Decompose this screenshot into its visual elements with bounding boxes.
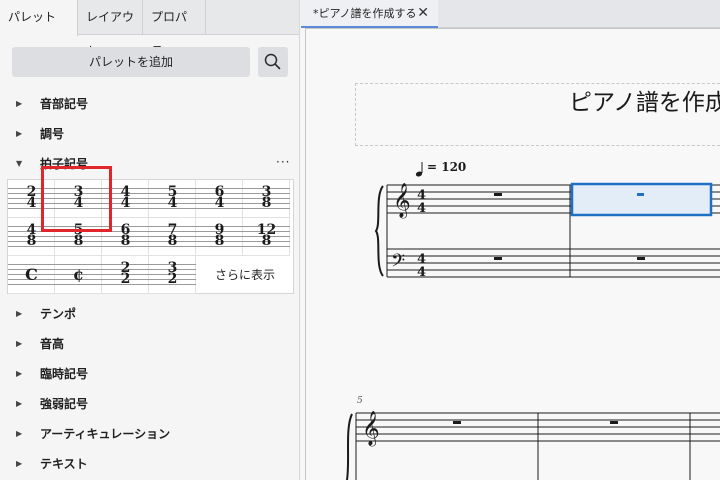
chevron-right-icon: ▶ (16, 99, 23, 108)
tab-layout[interactable]: レイアウト (78, 0, 143, 58)
section-label: 音部記号 (40, 97, 89, 111)
time-signature-denominator: 2 (120, 271, 131, 287)
section-clefs[interactable]: ▶ 音部記号 (0, 91, 299, 117)
chevron-right-icon: ▶ (16, 309, 23, 318)
section-label: 臨時記号 (40, 367, 89, 381)
time-signature-glyph: 32 (149, 261, 196, 287)
treble-clef-icon: 𝄞 (393, 183, 411, 219)
rest-selected[interactable] (637, 193, 644, 196)
brace (346, 413, 353, 480)
search-button[interactable] (258, 47, 288, 77)
section-label: テキスト (40, 457, 88, 471)
time-signature-glyph: 22 (102, 261, 149, 287)
time-signature-denominator: 2 (167, 271, 178, 287)
staff-line (8, 284, 55, 285)
treble-clef-icon: 𝄞 (362, 411, 380, 447)
score-canvas[interactable]: 𝄞 𝄢 4 4 4 4 𝄞 (301, 0, 720, 480)
time-signature-cell[interactable]: 38 (243, 180, 290, 218)
staff-line (55, 284, 102, 285)
section-label: 強弱記号 (40, 397, 89, 411)
whole-rest[interactable] (637, 257, 645, 260)
time-signature-denominator: 8 (120, 233, 131, 249)
section-more-icon[interactable]: ··· (276, 149, 290, 175)
time-signature-cell[interactable]: 32 (149, 256, 196, 294)
selection-highlight (41, 166, 112, 232)
whole-rest[interactable] (610, 421, 618, 424)
section-tempo[interactable]: ▶ テンポ (0, 301, 299, 327)
time-signature-cell[interactable]: C (8, 256, 55, 294)
score-title[interactable]: ピアノ譜を作成 (569, 83, 720, 117)
time-signature-denominator: 8 (214, 233, 225, 249)
tab-palettes[interactable]: パレット··· (0, 0, 78, 58)
time-signature-denominator: 8 (26, 233, 37, 249)
chevron-right-icon: ▶ (16, 129, 23, 138)
chevron-down-icon: ▼ (16, 159, 23, 168)
search-icon (264, 53, 281, 70)
section-label: 調号 (40, 127, 65, 141)
whole-rest[interactable] (494, 257, 502, 260)
measure-number: 5 (357, 396, 363, 406)
time-signature-symbol: C (25, 265, 38, 284)
time-signature-cell[interactable]: ¢ (55, 256, 102, 294)
section-pitch[interactable]: ▶ 音高 (0, 331, 299, 357)
time-signature-denominator: 8 (261, 195, 272, 211)
time-signature-glyph: 78 (149, 223, 196, 249)
score-area: *ピアノ譜を作成する ✕ 𝄞 𝄢 4 4 4 4 𝄞 ピアノ譜を作成 = 120… (301, 0, 720, 480)
chevron-right-icon: ▶ (16, 399, 23, 408)
section-label: 音高 (40, 337, 65, 351)
chevron-right-icon: ▶ (16, 429, 23, 438)
section-dynamics[interactable]: ▶ 強弱記号 (0, 391, 299, 417)
measure-selection[interactable] (570, 182, 713, 217)
tab-properties[interactable]: プロパティ (143, 0, 206, 58)
panel-tabs: パレット··· レイアウト プロパティ (0, 0, 299, 58)
show-more-button[interactable]: さらに表示 (196, 256, 294, 294)
time-signature-cell[interactable]: 78 (149, 218, 196, 256)
section-articulations[interactable]: ▶ アーティキュレーション (0, 421, 299, 447)
whole-rest[interactable] (453, 421, 461, 424)
time-signature-glyph: 12 8 (243, 223, 290, 249)
time-signature-cell[interactable]: 22 (102, 256, 149, 294)
brace (374, 185, 384, 277)
tab-label: パレット (8, 10, 57, 24)
time-sig-denominator: 4 (417, 265, 426, 280)
time-signature-denominator: 4 (214, 195, 225, 211)
bass-clef-icon: 𝄢 (391, 251, 405, 276)
add-palette-button[interactable]: パレットを追加 (12, 47, 250, 77)
time-signature-denominator: 8 (167, 233, 178, 249)
section-label: テンポ (40, 307, 77, 321)
time-signature-glyph: 64 (196, 185, 243, 211)
time-signature-cell[interactable]: 64 (196, 180, 243, 218)
tempo-marking[interactable]: = 120 (427, 160, 466, 174)
section-accidentals[interactable]: ▶ 臨時記号 (0, 361, 299, 387)
palette-panel: パレット··· レイアウト プロパティ パレットを追加 ▶ 音部記号 ▶ 調号 … (0, 0, 300, 480)
chevron-right-icon: ▶ (16, 369, 23, 378)
time-signature-denominator: 8 (261, 233, 272, 249)
section-text[interactable]: ▶ テキスト (0, 451, 299, 477)
time-signature-glyph: 98 (196, 223, 243, 249)
time-signature-glyph: 54 (149, 185, 196, 211)
section-label: アーティキュレーション (40, 427, 171, 441)
chevron-right-icon: ▶ (16, 459, 23, 468)
whole-rest[interactable] (494, 193, 502, 196)
time-signature-denominator: 8 (73, 233, 84, 249)
chevron-right-icon: ▶ (16, 339, 23, 348)
time-signature-glyph: 38 (243, 185, 290, 211)
time-signature-cell[interactable]: 12 8 (243, 218, 290, 256)
time-signature-symbol: ¢ (72, 265, 85, 284)
time-signature-cell[interactable]: 98 (196, 218, 243, 256)
section-key-signatures[interactable]: ▶ 調号 (0, 121, 299, 147)
time-sig-denominator: 4 (417, 201, 426, 216)
time-signature-denominator: 4 (167, 195, 178, 211)
time-signature-cell[interactable]: 54 (149, 180, 196, 218)
